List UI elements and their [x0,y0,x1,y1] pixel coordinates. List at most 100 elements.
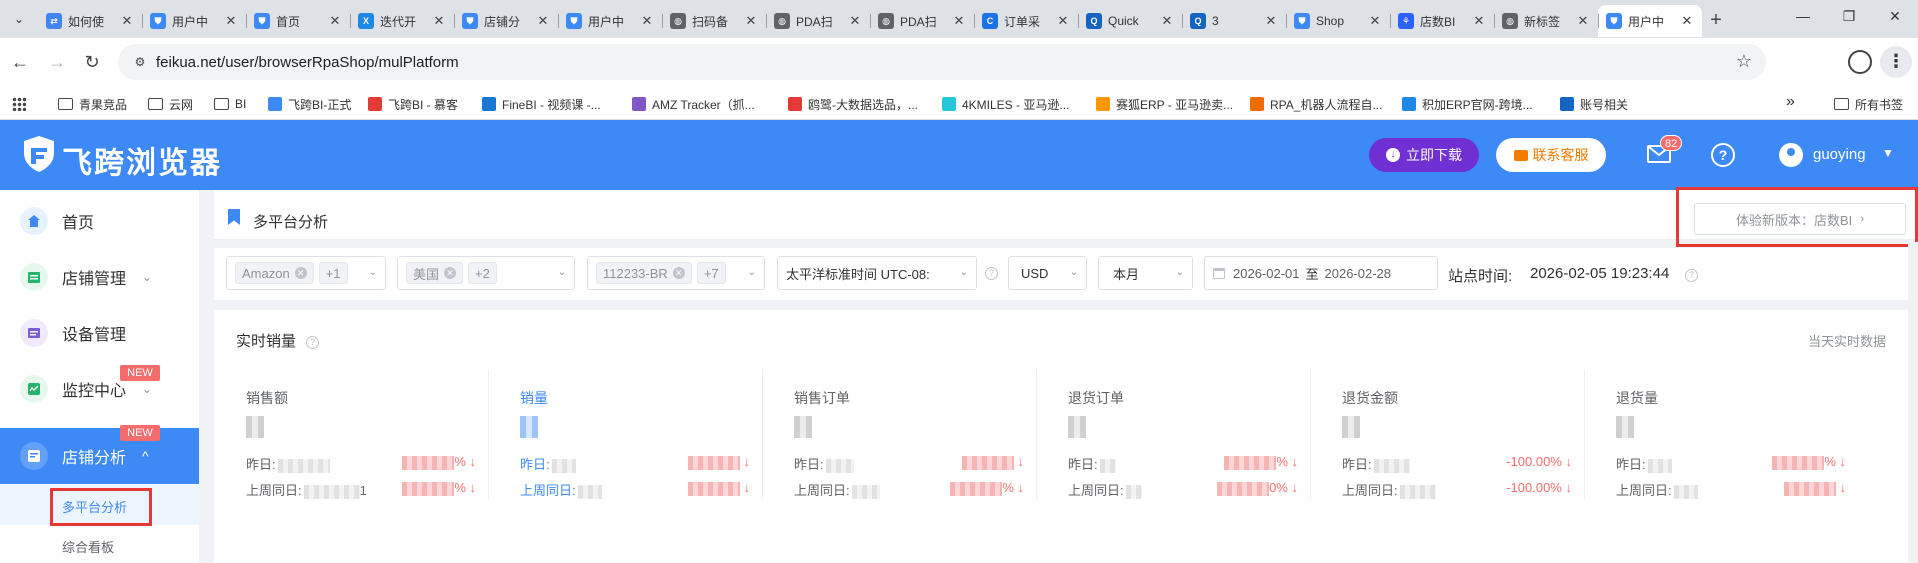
help-circle-icon[interactable]: ? [1685,269,1698,282]
bookmark-item[interactable]: 云网 [148,95,193,113]
sidebar-item-device-management[interactable]: 设备管理 [0,305,199,361]
browser-tab[interactable]: Q Quick ✕ [1078,5,1182,37]
restore-icon[interactable]: ❐ [1826,0,1872,32]
period-select[interactable]: 本月 ⌄ [1098,256,1193,290]
currency-select[interactable]: USD ⌄ [1008,256,1087,290]
sidebar-item-shop-analysis[interactable]: 店铺分析 ^ NEW [0,425,199,484]
bookmarks-overflow-icon[interactable]: » [1786,93,1795,111]
bookmark-item[interactable]: 积加ERP官网-跨境... [1402,95,1533,113]
close-icon[interactable]: ✕ [672,267,685,279]
close-tab-icon[interactable]: ✕ [1160,13,1174,29]
country-select[interactable]: 美国 ✕ +2 ⌄ [397,256,575,290]
browser-tab[interactable]: ⛊ Shop ✕ [1286,5,1390,37]
tab-favicon-icon: ⛊ [150,13,166,29]
shop-select[interactable]: 112233-BR ✕ +7 ⌄ [587,256,765,290]
browser-tab[interactable]: ⛊ 用户中 ✕ [1598,5,1702,37]
omnibox[interactable]: ⚙ feikua.net/user/browserRpaShop/mulPlat… [118,44,1766,80]
platform-tag[interactable]: Amazon ✕ [235,262,314,284]
bookmark-star-icon[interactable]: ☆ [1736,51,1752,72]
close-tab-icon[interactable]: ✕ [1056,13,1070,29]
country-tag[interactable]: 美国 ✕ [406,262,464,284]
help-circle-icon[interactable]: ? [306,336,320,349]
browser-tab[interactable]: ◍ PDA扫 ✕ [870,5,974,37]
close-tab-icon[interactable]: ✕ [224,13,238,29]
bookmark-item[interactable]: BI [214,95,246,113]
last-week-row: 上周同日: [794,480,880,499]
close-icon[interactable]: ✕ [444,267,457,279]
help-icon[interactable]: ? [1711,143,1735,167]
bookmark-item[interactable]: AMZ Tracker（抓... [632,95,755,113]
close-tab-icon[interactable]: ✕ [432,13,446,29]
close-tab-icon[interactable]: ✕ [328,13,342,29]
user-menu-caret-icon[interactable]: ▼ [1882,146,1894,160]
close-tab-icon[interactable]: ✕ [744,13,758,29]
back-arrow-icon[interactable]: ← [8,50,32,74]
browser-tab[interactable]: ◍ PDA扫 ✕ [766,5,870,37]
redacted-value [303,484,360,499]
close-tab-icon[interactable]: ✕ [640,13,654,29]
browser-tab[interactable]: ⚘ 店数BI ✕ [1390,5,1494,37]
minimize-icon[interactable]: — [1780,0,1826,32]
sidebar-item-home[interactable]: 首页 [0,193,199,249]
submenu-item-dashboard[interactable]: 综合看板 [0,525,199,563]
timezone-select[interactable]: 太平洋标准时间 UTC-08: ⌄ [777,256,977,290]
username[interactable]: guoying [1813,146,1866,163]
browser-tab[interactable]: ◍ 新标签 ✕ [1494,5,1598,37]
profile-icon[interactable] [1848,50,1872,74]
chrome-menu-icon[interactable]: ⋮ [1880,46,1912,78]
bookmark-item[interactable]: 赛狐ERP - 亚马逊卖... [1096,95,1233,113]
help-circle-icon[interactable]: ? [985,267,998,280]
browser-tab[interactable]: ⇄ 如何使 ✕ [38,5,142,37]
highlight-box [1676,187,1918,247]
browser-tab[interactable]: ⛊ 用户中 ✕ [558,5,662,37]
browser-tab[interactable]: C 订单采 ✕ [974,5,1078,37]
close-tab-icon[interactable]: ✕ [952,13,966,29]
new-tab-plus-icon[interactable]: + [1702,5,1730,37]
browser-tab[interactable]: X 迭代开 ✕ [350,5,454,37]
bookmark-item[interactable]: 4KMILES - 亚马逊... [942,95,1069,113]
browser-tab[interactable]: ⛊ 店铺分 ✕ [454,5,558,37]
scrollbar[interactable] [1908,242,1918,563]
browser-tab[interactable]: Q 3 ✕ [1182,5,1286,37]
bookmark-item[interactable]: 飞跨BI-正式 [268,95,351,113]
browser-tab[interactable]: ⛊ 用户中 ✕ [142,5,246,37]
close-tab-icon[interactable]: ✕ [1680,13,1694,29]
bookmark-item[interactable]: FineBI - 视频课 -... [482,95,601,113]
bookmark-item[interactable]: 青果竞品 [58,95,127,113]
sidebar-item-monitor-center[interactable]: 监控中心 ⌄ NEW [0,361,199,417]
browser-tab[interactable]: ◍ 扫码备 ✕ [662,5,766,37]
bookmark-item[interactable]: 飞跨BI - 慕客 [368,95,458,113]
browser-tab[interactable]: ⛊ 首页 ✕ [246,5,350,37]
tab-title: PDA扫 [900,14,937,29]
tab-title: 用户中 [1628,14,1665,29]
reload-icon[interactable]: ↻ [80,50,104,74]
chevron-down-icon: ⌄ [1069,267,1078,278]
all-bookmarks-folder[interactable]: 所有书签 [1834,95,1903,113]
site-info-icon[interactable]: ⚙ [130,52,150,72]
close-tab-icon[interactable]: ✕ [1368,13,1382,29]
metric-card: 退货金额 昨日: -100.00% ↓ 上周同日: -100.00% ↓ [1310,370,1584,500]
sidebar-item-shop-management[interactable]: 店铺管理 ⌄ [0,249,199,305]
download-button[interactable]: ↓ 立即下载 [1369,138,1479,172]
platform-select[interactable]: Amazon ✕ +1 ⌄ [226,256,386,290]
close-icon[interactable]: ✕ [294,267,307,279]
bookmark-favicon-icon [788,97,802,111]
close-tab-icon[interactable]: ✕ [848,13,862,29]
date-range-picker[interactable]: 2026-02-01 至 2026-02-28 [1204,256,1438,290]
close-tab-icon[interactable]: ✕ [1576,13,1590,29]
shop-tag[interactable]: 112233-BR ✕ [596,262,692,284]
url-text[interactable]: feikua.net/user/browserRpaShop/mulPlatfo… [156,54,459,71]
close-tab-icon[interactable]: ✕ [1264,13,1278,29]
close-window-icon[interactable]: ✕ [1872,0,1918,32]
user-avatar-icon[interactable] [1779,143,1803,167]
tab-search-chevron-icon[interactable]: ⌄ [8,9,30,29]
close-tab-icon[interactable]: ✕ [1472,13,1486,29]
apps-grid-icon[interactable] [12,95,26,113]
bookmark-item[interactable]: 鸥鹭-大数据选品，... [788,95,918,113]
close-tab-icon[interactable]: ✕ [120,13,134,29]
bookmark-item[interactable]: RPA_机器人流程自... [1250,95,1382,113]
close-tab-icon[interactable]: ✕ [536,13,550,29]
forward-arrow-icon[interactable]: → [45,50,69,74]
bookmark-item[interactable]: 账号相关 [1560,95,1628,113]
contact-service-button[interactable]: 联系客服 [1496,138,1606,172]
